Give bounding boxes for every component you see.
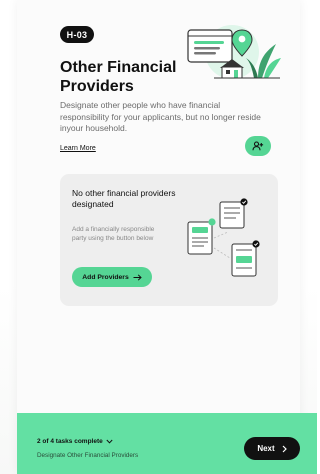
empty-state-title: No other financial providers designated <box>72 188 176 209</box>
task-progress-footer: 2 of 4 tasks complete Designate Other Fi… <box>17 413 317 474</box>
page-description: Designate other people who have financia… <box>60 100 261 133</box>
next-label: Next <box>257 444 275 453</box>
task-progress-toggle[interactable]: 2 of 4 tasks complete <box>37 438 113 445</box>
empty-state-card: No other financial providers designated … <box>60 174 278 306</box>
add-providers-label: Add Providers <box>82 273 129 281</box>
documents-illustration <box>187 198 260 277</box>
arrow-right-icon <box>133 273 142 281</box>
add-providers-button[interactable]: Add Providers <box>72 267 152 287</box>
chevron-down-icon <box>106 439 113 444</box>
add-person-button[interactable] <box>245 136 271 156</box>
next-button[interactable]: Next <box>244 437 300 460</box>
chevron-right-icon <box>282 445 287 452</box>
current-task-label: Designate Other Financial Providers <box>37 452 139 459</box>
learn-more-link[interactable]: Learn More <box>60 145 96 152</box>
page: H-03 Other Financial Providers Designate… <box>0 0 317 474</box>
empty-state-subtitle: Add a financially responsible party usin… <box>72 226 155 242</box>
step-badge: H-03 <box>60 26 94 43</box>
add-person-icon <box>252 141 264 151</box>
task-progress-label: 2 of 4 tasks complete <box>37 438 103 445</box>
page-title: Other Financial Providers <box>60 59 177 95</box>
